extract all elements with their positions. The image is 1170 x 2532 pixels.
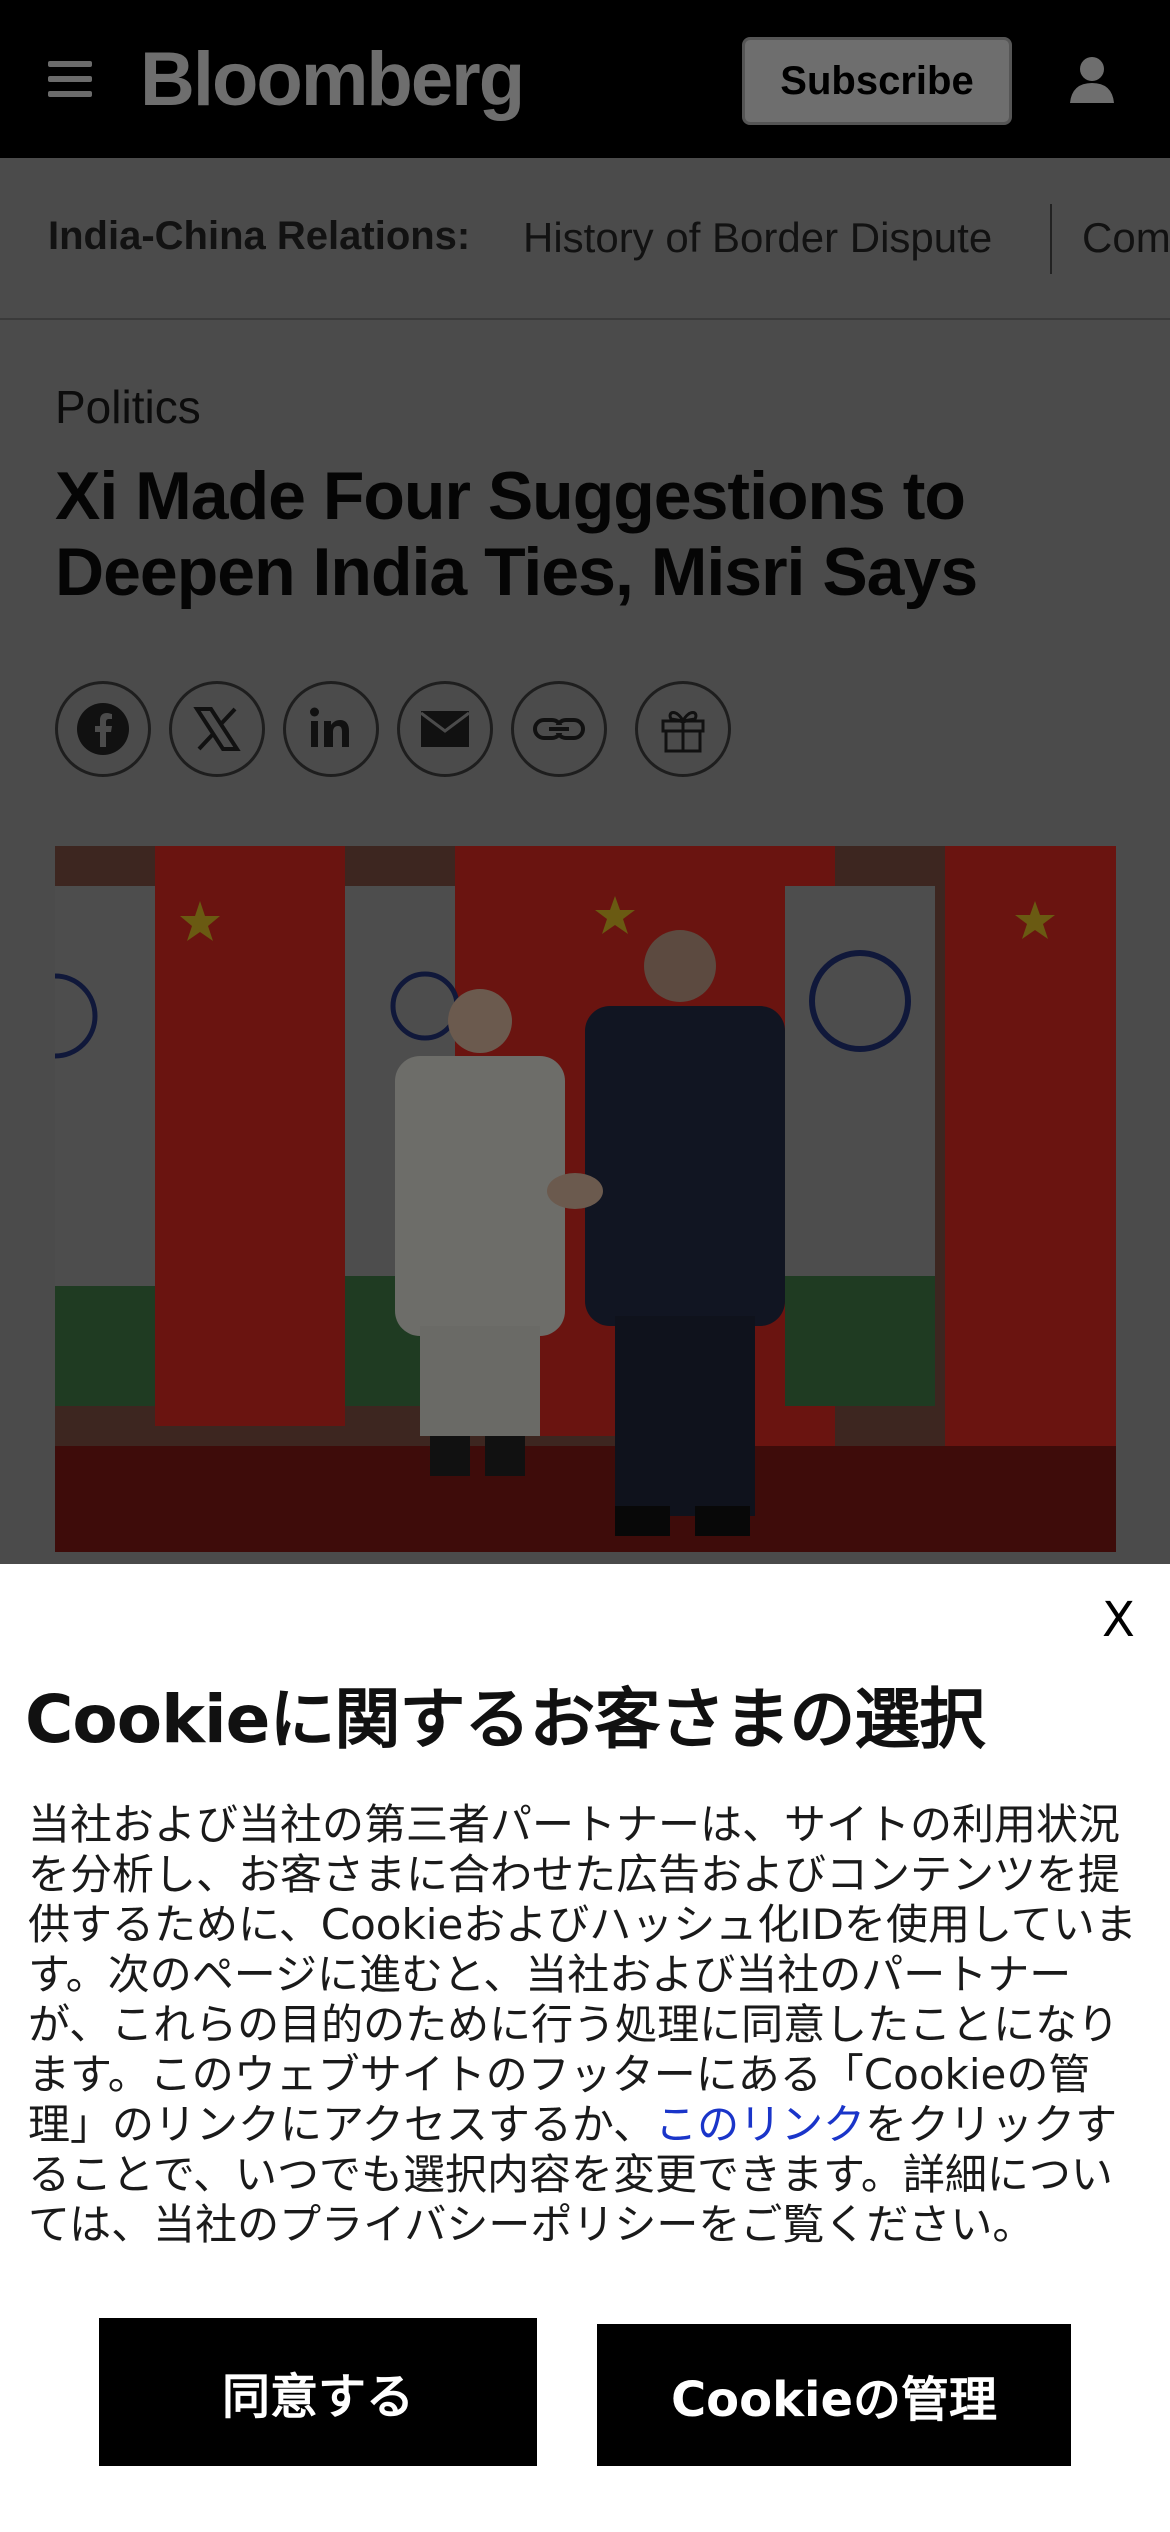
cookie-description-text-1: 当社および当社の第三者パートナーは、サイトの利用状況を分析し、お客さまに合わせた… xyxy=(28,1800,1137,2149)
copy-link-button[interactable] xyxy=(511,681,607,777)
cookie-title: Cookieに関するお客さまの選択 xyxy=(25,1681,985,1758)
x-icon xyxy=(193,707,241,751)
linkedin-icon xyxy=(310,707,349,747)
email-share-button[interactable] xyxy=(397,681,493,777)
gift-article-button[interactable] xyxy=(635,681,731,777)
facebook-share-button[interactable] xyxy=(55,681,151,777)
article-headline: Xi Made Four Suggestions to Deepen India… xyxy=(55,458,978,610)
facebook-icon xyxy=(77,703,129,755)
hamburger-menu-icon[interactable] xyxy=(48,61,92,97)
hero-photo-illustration xyxy=(55,846,1116,1552)
cookie-close-button[interactable]: X xyxy=(1102,1592,1135,1648)
user-icon[interactable] xyxy=(1068,55,1116,105)
cookie-consent-banner: X Cookieに関するお客さまの選択 当社および当社の第三者パートナーは、サイ… xyxy=(0,1564,1170,2532)
bloomberg-logo[interactable]: Bloomberg xyxy=(140,36,525,123)
topic-subnav: India-China Relations: History of Border… xyxy=(0,158,1170,320)
subnav-title: India-China Relations: xyxy=(48,214,471,258)
accept-cookies-button[interactable]: 同意する xyxy=(99,2318,537,2466)
manage-cookies-button[interactable]: Cookieの管理 xyxy=(597,2324,1071,2466)
article-hero-image xyxy=(55,846,1116,1552)
subnav-divider xyxy=(1050,204,1052,274)
linkedin-share-button[interactable] xyxy=(283,681,379,777)
top-header: Bloomberg Subscribe xyxy=(0,0,1170,158)
article-page: India-China Relations: History of Border… xyxy=(0,158,1170,1564)
article-category[interactable]: Politics xyxy=(55,380,201,434)
subscribe-button[interactable]: Subscribe xyxy=(742,37,1012,125)
cookie-description: 当社および当社の第三者パートナーは、サイトの利用状況を分析し、お客さまに合わせた… xyxy=(28,1800,1148,2250)
subnav-link-border-dispute[interactable]: History of Border Dispute xyxy=(523,214,992,262)
cookie-settings-link[interactable]: このリンク xyxy=(655,2100,865,2149)
x-share-button[interactable] xyxy=(169,681,265,777)
subnav-link-next[interactable]: Com xyxy=(1082,214,1170,262)
link-icon xyxy=(533,718,585,740)
gift-icon xyxy=(661,711,705,753)
email-icon xyxy=(420,711,470,747)
